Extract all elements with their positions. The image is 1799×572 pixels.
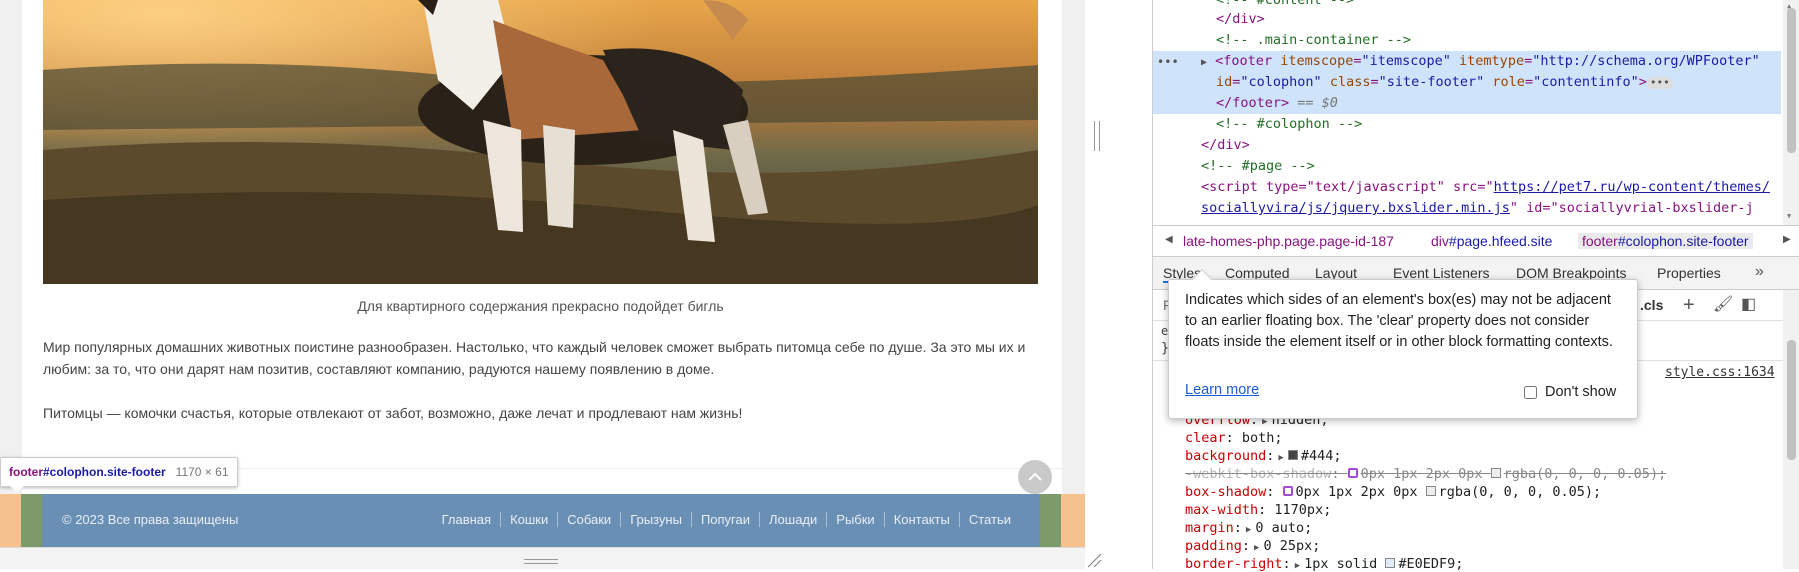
collapsed-children-icon[interactable]: ••• xyxy=(1646,77,1673,89)
rule-source-link[interactable]: style.css:1634 xyxy=(1665,365,1775,380)
css-prop-max-width[interactable]: max-width: 1170px; xyxy=(1185,502,1331,518)
footer-nav-item[interactable]: Статьи xyxy=(958,512,1020,527)
dont-show-checkbox-input[interactable] xyxy=(1524,385,1537,399)
tab-properties[interactable]: Properties xyxy=(1657,265,1721,281)
footer-highlight-overlay: © 2023 Все права защищены Главная Кошки … xyxy=(0,494,1085,547)
footer-copyright: © 2023 Все права защищены xyxy=(62,512,239,527)
color-swatch-icon[interactable] xyxy=(1385,558,1396,568)
script-src-link[interactable]: https://pet7.ru/wp-content/themes/ xyxy=(1494,179,1770,195)
css-prop-border-right[interactable]: border-right: ▶ 1px solid #E0EDF9; xyxy=(1185,556,1463,572)
css-prop-webkit-box-shadow[interactable]: -webkit-box-shadow: 0px 1px 2px 0px rgba… xyxy=(1185,466,1666,482)
breadcrumb-item-active[interactable]: footer#colophon.site-footer xyxy=(1578,233,1753,249)
footer-nav-item[interactable]: Рыбки xyxy=(826,512,883,527)
css-prop-margin[interactable]: margin: ▶ 0 auto; xyxy=(1185,520,1312,536)
shadow-editor-icon[interactable] xyxy=(1282,486,1293,496)
inspect-element-tooltip: footer#colophon.site-footer 1170 × 61 xyxy=(0,457,238,487)
elements-tree: ••• <!-- #content --> </div> <!-- .main-… xyxy=(1153,0,1781,225)
paint-brush-icon[interactable]: 🖌 xyxy=(1713,294,1733,316)
footer-nav-item[interactable]: Кошки xyxy=(500,512,557,527)
cls-button[interactable]: .cls xyxy=(1640,297,1663,313)
footer-padding-right xyxy=(1040,494,1061,547)
viewport-side-area xyxy=(1085,0,1152,569)
footer-padding-left xyxy=(21,494,42,547)
learn-more-link[interactable]: Learn more xyxy=(1185,382,1259,398)
breadcrumb-left-arrow-icon[interactable]: ◀ xyxy=(1165,234,1173,245)
tooltip-arrow xyxy=(10,486,24,493)
page-viewport: Для квартирного содержания прекрасно под… xyxy=(0,0,1085,569)
dom-footer-open-tag[interactable]: ▶ <footer itemscope="itemscope" itemtype… xyxy=(1201,51,1760,72)
scroll-down-icon[interactable]: ▼ xyxy=(1787,212,1791,220)
resize-grip-icon xyxy=(524,559,558,564)
breadcrumb: ◀ late-homes-php.page.page-id-187 div#pa… xyxy=(1153,225,1799,257)
breadcrumb-right-arrow-icon[interactable]: ▶ xyxy=(1783,234,1791,245)
photo-caption: Для квартирного содержания прекрасно под… xyxy=(357,298,724,314)
css-prop-padding[interactable]: padding: ▶ 0 25px; xyxy=(1185,538,1320,554)
scrollbar-thumb[interactable] xyxy=(1787,8,1796,153)
dom-script-tag-cont[interactable]: sociallyvira/js/jquery.bxslider.min.js" … xyxy=(1201,198,1754,219)
article-paragraph: Мир популярных домашних животных поистин… xyxy=(43,339,1026,377)
node-actions-icon[interactable]: ••• xyxy=(1157,55,1179,69)
popover-description: Indicates which sides of an element's bo… xyxy=(1185,292,1613,350)
add-rule-icon[interactable]: + xyxy=(1683,294,1695,316)
footer-nav-item[interactable]: Грызуны xyxy=(620,512,691,527)
expand-triangle-icon[interactable]: ▶ xyxy=(1201,57,1207,68)
color-swatch-icon[interactable] xyxy=(1490,468,1501,478)
article-paragraph: Питомцы — комочки счастья, которые отвле… xyxy=(43,405,743,421)
toggle-sidebar-icon[interactable]: ◧ xyxy=(1741,294,1756,316)
more-tabs-icon[interactable]: » xyxy=(1755,263,1764,281)
dom-close-tag[interactable]: </div> xyxy=(1201,135,1250,156)
css-property-info-popover: Indicates which sides of an element's bo… xyxy=(1168,269,1638,419)
css-prop-background[interactable]: background: ▶ #444; xyxy=(1185,448,1341,464)
tooltip-selector: #colophon.site-footer xyxy=(43,465,166,479)
dom-comment[interactable]: <!-- .main-container --> xyxy=(1216,30,1411,51)
side-resize-grip-icon[interactable] xyxy=(1094,121,1100,151)
dom-footer-close-tag[interactable]: </footer> == $0 xyxy=(1216,93,1338,114)
footer-nav-item[interactable]: Лошади xyxy=(759,512,826,527)
tooltip-tag: footer xyxy=(9,465,43,479)
beagle-photo xyxy=(43,0,1038,284)
breadcrumb-item[interactable]: late-homes-php.page.page-id-187 xyxy=(1183,233,1394,249)
styles-scrollbar[interactable] xyxy=(1783,290,1799,569)
dom-footer-attrs[interactable]: id="colophon" class="site-footer" role="… xyxy=(1216,72,1673,93)
dont-show-label: Don't show xyxy=(1545,384,1617,400)
corner-resize-icon[interactable] xyxy=(1086,552,1102,568)
color-swatch-icon[interactable] xyxy=(1287,450,1298,460)
elements-scrollbar[interactable]: ▲ ▼ xyxy=(1783,0,1799,225)
breadcrumb-item[interactable]: div#page.hfeed.site xyxy=(1431,233,1552,249)
footer-nav-item[interactable]: Контакты xyxy=(883,512,959,527)
site-footer: © 2023 Все права защищены Главная Кошки … xyxy=(42,494,1040,547)
dont-show-checkbox[interactable]: Don't show xyxy=(1524,384,1616,400)
css-prop-clear[interactable]: clear: both; xyxy=(1185,430,1283,446)
footer-nav-item[interactable]: Собаки xyxy=(557,512,620,527)
tooltip-size: 1170 × 61 xyxy=(175,465,229,479)
color-swatch-icon[interactable] xyxy=(1425,486,1436,496)
scroll-to-top-button[interactable] xyxy=(1018,460,1052,494)
footer-nav: Главная Кошки Собаки Грызуны Попугаи Лош… xyxy=(433,512,1020,527)
dom-comment[interactable]: <!-- #page --> xyxy=(1201,156,1315,177)
footer-nav-item[interactable]: Главная xyxy=(433,512,500,527)
chevron-up-icon xyxy=(1028,472,1042,481)
dom-comment[interactable]: <!-- #colophon --> xyxy=(1216,114,1362,135)
dom-script-tag[interactable]: <script type="text/javascript" src="http… xyxy=(1201,177,1770,198)
dom-close-tag[interactable]: </div> xyxy=(1216,9,1265,30)
viewport-bottom-resizer[interactable] xyxy=(0,547,1085,569)
css-prop-box-shadow[interactable]: box-shadow: 0px 1px 2px 0px rgba(0, 0, 0… xyxy=(1185,484,1601,500)
scrollbar-thumb[interactable] xyxy=(1787,340,1796,460)
page-margin-right xyxy=(1062,0,1085,494)
script-src-link[interactable]: sociallyvira/js/jquery.bxslider.min.js xyxy=(1201,200,1510,216)
shadow-editor-icon[interactable] xyxy=(1347,468,1358,478)
footer-nav-item[interactable]: Попугаи xyxy=(690,512,759,527)
